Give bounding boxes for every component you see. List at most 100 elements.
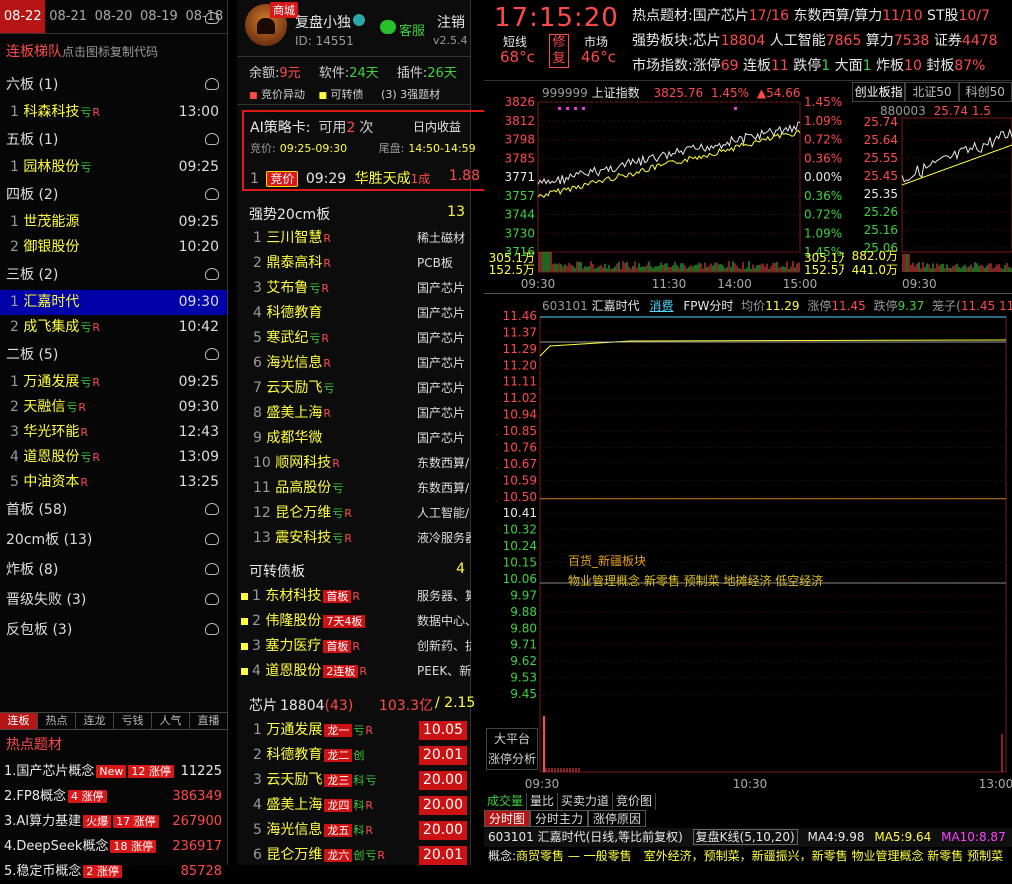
service-link[interactable]: 客服: [399, 20, 425, 39]
hot-topic-row[interactable]: 2.FP8概念 4 涨停 386349: [0, 784, 228, 809]
strong-stock-row[interactable]: 11 品高股份亏 东数西算/: [237, 476, 471, 501]
cy-index-chart[interactable]: 创业板指 北证50 科创50 880003 25.74 1.5 25.74 25.64…: [852, 82, 1012, 292]
ladder-stock-row[interactable]: 1 园林股份亏 09:25: [0, 155, 227, 180]
summary-item-name[interactable]: 芯片: [693, 33, 721, 49]
strong-stock-row[interactable]: 9 成都华微 国产芯片: [237, 426, 471, 451]
date-tab[interactable]: 08-22: [0, 0, 46, 33]
summary-item-name[interactable]: 炸板: [872, 58, 904, 74]
cloud-icon[interactable]: [205, 563, 219, 575]
date-tab[interactable]: 08-21: [45, 0, 90, 33]
chart-subtab[interactable]: 分时主力: [530, 810, 589, 827]
ladder-stock-row[interactable]: 1 万通发展亏R 09:25: [0, 370, 227, 395]
chip-stock-row[interactable]: 1 万通发展 龙一 亏R 10.05: [237, 718, 471, 743]
bond-stock-row[interactable]: 4 道恩股份 2连板 R PEEK、新: [237, 659, 471, 684]
ladder-group-header[interactable]: 首板 (58): [0, 495, 227, 525]
sh-index-chart[interactable]: 999999 上证指数 3825.76 1.45% ▲54.66 3826 1.4…: [484, 82, 844, 292]
cloud-icon[interactable]: [205, 268, 219, 280]
strong-stock-row[interactable]: 2 鼎泰高科R PCB板: [237, 251, 471, 276]
strong-stock-row[interactable]: 4 科德教育 国产芯片: [237, 301, 471, 326]
chip-sector-title[interactable]: 芯片 18804(43) 103.3亿/ 2.15: [249, 695, 475, 715]
left-tab[interactable]: 热点: [38, 713, 76, 729]
strong-stock-row[interactable]: 12 昆仑万维亏R 人工智能/: [237, 501, 471, 526]
chart-subtab[interactable]: 涨停原因: [588, 810, 647, 827]
cloud-icon[interactable]: [205, 533, 219, 545]
ladder-stock-row[interactable]: 4 道恩股份亏R 13:09: [0, 445, 227, 470]
hot-topic-row[interactable]: 3.AI算力基建 火爆 17 涨停 267900: [0, 809, 228, 834]
chip-stock-row[interactable]: 3 云天励飞 龙三 科亏 20.00: [237, 768, 471, 793]
ladder-group-header[interactable]: 五板 (1): [0, 125, 227, 155]
bond-stock-row[interactable]: 2 伟隆股份7天4板 数据中心、: [237, 609, 471, 634]
opt-bond[interactable]: 可转债: [331, 88, 364, 101]
ai-strategy-card[interactable]: AI策略卡: 可用2 次 日内收益 竞价: 09:25-09:30 尾盘: 14:50-…: [242, 110, 492, 191]
ladder-stock-row[interactable]: 2 天融信亏R 09:30: [0, 395, 227, 420]
cloud-icon[interactable]: [205, 78, 219, 90]
ai-pick-row[interactable]: 1 竞价 09:29 华胜天成1成 1.88: [250, 168, 480, 188]
hot-topic-row[interactable]: 4.DeepSeek概念 18 涨停 236917: [0, 834, 228, 859]
hot-topic-row[interactable]: 5.稳定币概念 2 涨停 85728: [0, 859, 228, 884]
ladder-group-header[interactable]: 六板 (1): [0, 70, 227, 100]
strong-stock-row[interactable]: 10 顺网科技R 东数西算/: [237, 451, 471, 476]
cloud-icon[interactable]: [205, 503, 219, 515]
date-tab[interactable]: 08-20: [91, 0, 136, 33]
bond-stock-row[interactable]: 3 塞力医疗首板R 创新药、抗: [237, 634, 471, 659]
ladder-stock-row[interactable]: 1 汇嘉时代 09:30: [0, 290, 227, 315]
limit-analysis-button[interactable]: 涨停分析: [487, 749, 537, 769]
logout-link[interactable]: 注销: [437, 12, 465, 32]
summary-item-name[interactable]: 东数西算/算力: [789, 8, 883, 24]
strong-stock-row[interactable]: 5 寒武纪亏R 国产芯片: [237, 326, 471, 351]
chip-stock-row[interactable]: 4 盛美上海 龙四 科R 20.00: [237, 793, 471, 818]
summary-item-name[interactable]: 跌停: [789, 58, 821, 74]
cloud-icon[interactable]: [205, 133, 219, 145]
opt-auction[interactable]: 竞价异动: [261, 88, 305, 101]
indicator-tab[interactable]: 量比: [527, 793, 559, 810]
indicator-tab[interactable]: 买卖力道: [558, 793, 614, 810]
strong-stock-row[interactable]: 8 盛美上海R 国产芯片: [237, 401, 471, 426]
summary-item-name[interactable]: 算力: [861, 33, 894, 49]
review-button[interactable]: 修复: [549, 34, 569, 68]
ladder-group-header[interactable]: 20cm板 (13): [0, 525, 227, 555]
indicator-tab[interactable]: 成交量: [484, 793, 528, 810]
ladder-stock-row[interactable]: 3 华光环能R 12:43: [0, 420, 227, 445]
strong-stock-row[interactable]: 3 艾布鲁亏R 国产芯片: [237, 276, 471, 301]
ladder-group-header[interactable]: 三板 (2): [0, 260, 227, 290]
indicator-tab[interactable]: 竞价图: [613, 793, 657, 810]
summary-item-name[interactable]: 连板: [739, 58, 771, 74]
ladder-group-header[interactable]: 四板 (2): [0, 180, 227, 210]
cloud-icon[interactable]: [205, 12, 219, 24]
summary-item-name[interactable]: 国产芯片: [693, 8, 749, 24]
ladder-stock-row[interactable]: 5 中油资本R 13:25: [0, 470, 227, 495]
shop-badge[interactable]: 商城: [270, 2, 298, 18]
review-kline-button[interactable]: 复盘K线(5,10,20): [692, 829, 798, 845]
cloud-icon[interactable]: [205, 623, 219, 635]
strong-stock-row[interactable]: 1 三川智慧R 稀土磁材: [237, 226, 471, 251]
cloud-icon[interactable]: [205, 188, 219, 200]
strong-stock-row[interactable]: 7 云天励飞亏 国产芯片: [237, 376, 471, 401]
strong-stock-row[interactable]: 13 震安科技亏R 液冷服务器: [237, 526, 471, 551]
left-tab[interactable]: 连板: [0, 713, 38, 729]
summary-item-name[interactable]: 涨停: [693, 58, 721, 74]
chart-subtab[interactable]: 分时图: [484, 810, 531, 827]
stock-timeshare-chart[interactable]: 603101 汇嘉时代 消费 FPW分时 均价11.29 涨停11.45 跌停9…: [484, 294, 1012, 794]
opt-topics[interactable]: (3) 3强题材: [381, 88, 440, 101]
chip-stock-row[interactable]: 6 昆仑万维 龙六 创亏R 20.01: [237, 843, 471, 868]
intraday-profit[interactable]: 日内收益: [413, 118, 461, 135]
ladder-stock-row[interactable]: 1 世茂能源 09:25: [0, 210, 227, 235]
ladder-group-header[interactable]: 炸板 (8): [0, 555, 227, 585]
strong-stock-row[interactable]: 6 海光信息R 国产芯片: [237, 351, 471, 376]
ladder-group-header[interactable]: 二板 (5): [0, 340, 227, 370]
ladder-group-header[interactable]: 反包板 (3): [0, 615, 227, 645]
ladder-stock-row[interactable]: 1 科森科技亏R 13:00: [0, 100, 227, 125]
left-tab[interactable]: 连龙: [76, 713, 114, 729]
hot-topic-row[interactable]: 1.国产芯片概念 New 12 涨停 11225: [0, 759, 228, 784]
ladder-stock-row[interactable]: 2 成飞集成亏R 10:42: [0, 315, 227, 340]
left-tab[interactable]: 直播: [190, 713, 228, 729]
date-tab[interactable]: 08-19: [136, 0, 181, 33]
platform-button[interactable]: 大平台: [487, 729, 537, 749]
ladder-stock-row[interactable]: 2 御银股份 10:20: [0, 235, 227, 260]
left-tab[interactable]: 亏钱: [114, 713, 152, 729]
summary-item-name[interactable]: 封板: [922, 58, 954, 74]
summary-item-name[interactable]: 人工智能: [765, 33, 826, 49]
chip-stock-row[interactable]: 5 海光信息 龙五 科R 20.00: [237, 818, 471, 843]
ladder-group-header[interactable]: 晋级失败 (3): [0, 585, 227, 615]
chip-stock-row[interactable]: 2 科德教育 龙二创 20.01: [237, 743, 471, 768]
